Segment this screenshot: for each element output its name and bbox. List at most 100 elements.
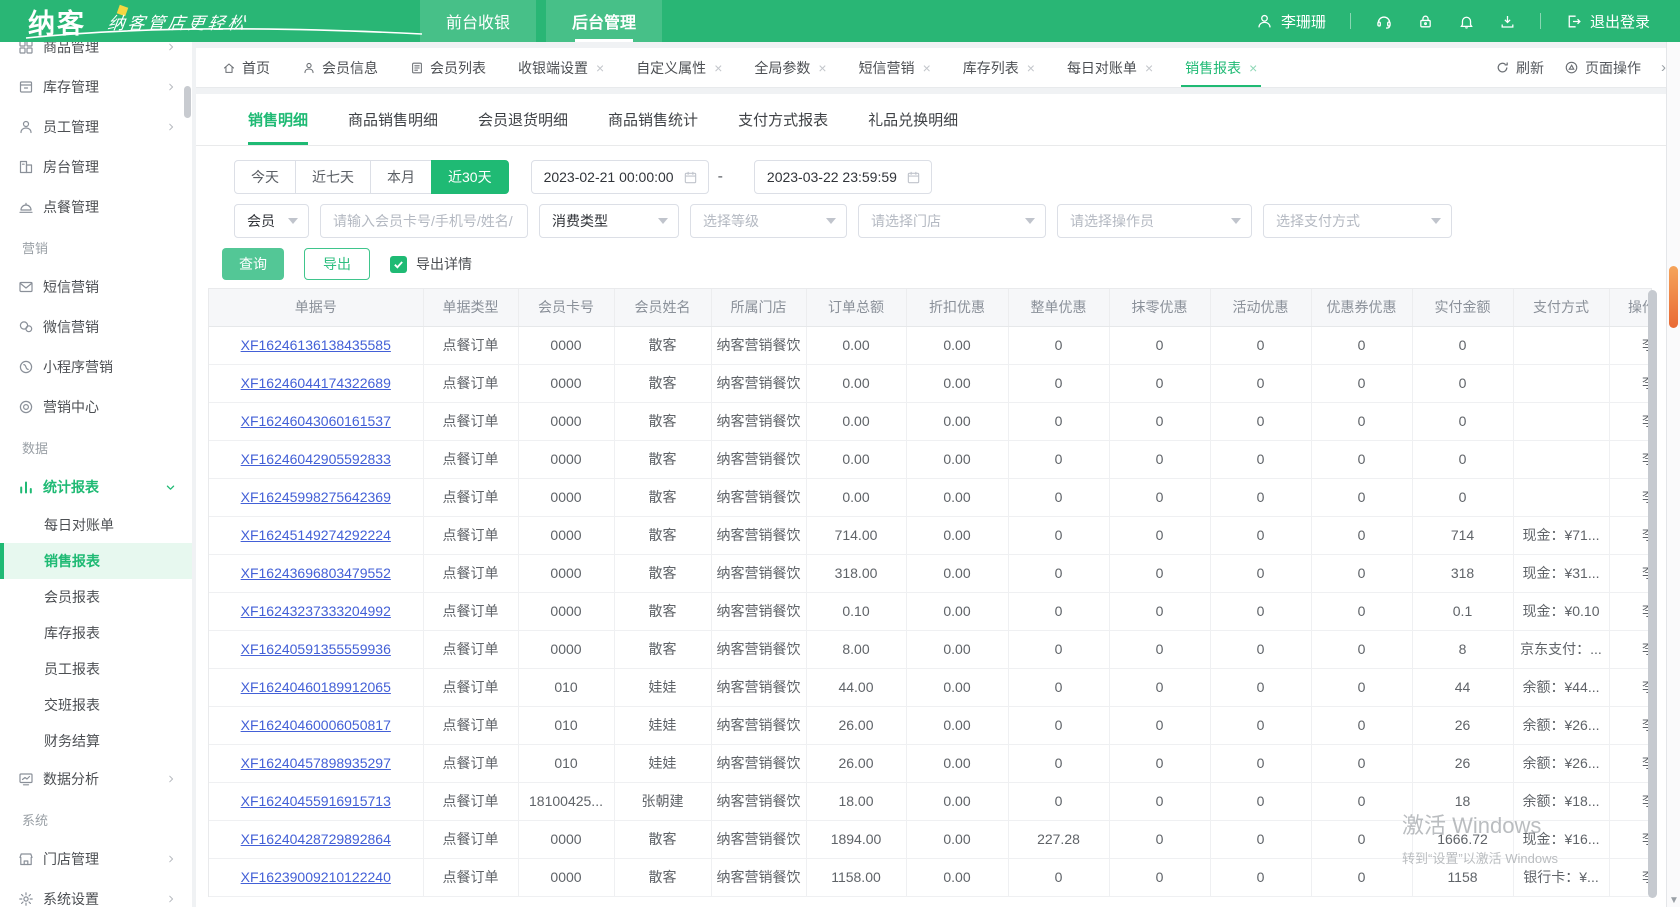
table-cell: 0 bbox=[1311, 820, 1412, 858]
order-number-link[interactable]: XF16246136138435585 bbox=[241, 337, 391, 353]
quick-range-last7days[interactable]: 近七天 bbox=[295, 160, 371, 194]
sidebar-item-settings[interactable]: 系统设置 bbox=[0, 879, 192, 907]
quick-range-today[interactable]: 今天 bbox=[234, 160, 296, 194]
order-number-link[interactable]: XF16240457898935297 bbox=[241, 755, 391, 771]
sidebar-item-rooms[interactable]: 房台管理 bbox=[0, 147, 192, 187]
order-number-link[interactable]: XF16246044174322689 bbox=[241, 375, 391, 391]
close-icon[interactable]: × bbox=[1249, 60, 1257, 76]
sidebar-item-marketing-center[interactable]: 营销中心 bbox=[0, 387, 192, 427]
sidebar-scrollbar-thumb[interactable] bbox=[184, 86, 191, 118]
table-scrollbar-thumb[interactable] bbox=[1648, 290, 1657, 898]
member-type-value: 会员 bbox=[247, 211, 275, 231]
order-number-link[interactable]: XF16246042905592833 bbox=[241, 451, 391, 467]
subtab-gift-exchange-detail[interactable]: 礼品兑换明细 bbox=[868, 94, 958, 145]
inventory-icon bbox=[18, 79, 34, 95]
order-number-link[interactable]: XF16240428729892864 bbox=[241, 831, 391, 847]
lock-icon[interactable] bbox=[1417, 13, 1434, 30]
order-number-link[interactable]: XF16240460006050817 bbox=[241, 717, 391, 733]
export-detail-checkbox-group[interactable]: 导出详情 bbox=[390, 254, 472, 274]
order-number-link[interactable]: XF16240460189912065 bbox=[241, 679, 391, 695]
quick-range-last30days[interactable]: 近30天 bbox=[431, 160, 509, 194]
table-cell: 0000 bbox=[518, 402, 614, 440]
close-icon[interactable]: × bbox=[818, 60, 826, 76]
store-select[interactable]: 请选择门店 bbox=[858, 204, 1046, 238]
order-number-link[interactable]: XF16245149274292224 bbox=[241, 527, 391, 543]
sidebar-subitem-finance[interactable]: 财务结算 bbox=[0, 723, 192, 759]
sidebar-item-dining[interactable]: 点餐管理 bbox=[0, 187, 192, 227]
sidebar-item-inventory[interactable]: 库存管理 bbox=[0, 67, 192, 107]
close-icon[interactable]: × bbox=[923, 60, 931, 76]
checkbox-checked-icon[interactable] bbox=[390, 256, 407, 273]
date-to-input[interactable]: 2023-03-22 23:59:59 bbox=[754, 160, 932, 194]
subtab-goods-sales-detail[interactable]: 商品销售明细 bbox=[348, 94, 438, 145]
tab-global-params[interactable]: 全局参数× bbox=[738, 48, 842, 87]
export-button[interactable]: 导出 bbox=[304, 248, 370, 280]
tab-home[interactable]: 首页 bbox=[206, 48, 286, 87]
tab-inventory-list[interactable]: 库存列表× bbox=[947, 48, 1051, 87]
table-cell: 李 bbox=[1609, 402, 1652, 440]
order-number-link[interactable]: XF16246043060161537 bbox=[241, 413, 391, 429]
table-cell: 李 bbox=[1609, 820, 1652, 858]
sidebar-subitem-daily-bill[interactable]: 每日对账单 bbox=[0, 507, 192, 543]
current-user[interactable]: 李珊珊 bbox=[1256, 11, 1326, 32]
sidebar-item-wechat[interactable]: 微信营销 bbox=[0, 307, 192, 347]
operator-select[interactable]: 请选择操作员 bbox=[1057, 204, 1252, 238]
order-number-link[interactable]: XF16239009210122240 bbox=[241, 869, 391, 885]
sidebar-item-goods[interactable]: 商品管理 bbox=[0, 42, 192, 67]
subtab-member-refund-detail[interactable]: 会员退货明细 bbox=[478, 94, 568, 145]
close-icon[interactable]: × bbox=[596, 60, 604, 76]
headset-icon[interactable] bbox=[1375, 12, 1393, 30]
date-from-input[interactable]: 2023-02-21 00:00:00 bbox=[531, 160, 709, 194]
tab-member-info[interactable]: 会员信息 bbox=[286, 48, 394, 87]
sidebar-item-analysis[interactable]: 数据分析 bbox=[0, 759, 192, 799]
tab-daily-bill[interactable]: 每日对账单× bbox=[1051, 48, 1169, 87]
table-cell: 0 bbox=[1109, 744, 1210, 782]
member-search-input[interactable] bbox=[320, 204, 528, 238]
page-scrollbar[interactable]: ▼ bbox=[1666, 42, 1680, 907]
sidebar-subitem-inventory-report[interactable]: 库存报表 bbox=[0, 615, 192, 651]
sidebar-subitem-staff-report[interactable]: 员工报表 bbox=[0, 651, 192, 687]
page-scrollbar-thumb[interactable] bbox=[1669, 266, 1678, 328]
sidebar-item-stores[interactable]: 门店管理 bbox=[0, 839, 192, 879]
tab-sms-marketing[interactable]: 短信营销× bbox=[843, 48, 947, 87]
close-icon[interactable]: × bbox=[1027, 60, 1035, 76]
page-ops-button[interactable]: 页面操作 bbox=[1564, 58, 1641, 78]
tab-member-list[interactable]: 会员列表 bbox=[394, 48, 502, 87]
tab-cashier-settings[interactable]: 收银端设置× bbox=[502, 48, 620, 87]
logout-button[interactable]: 退出登录 bbox=[1565, 11, 1650, 32]
close-icon[interactable]: × bbox=[1145, 60, 1153, 76]
order-number-link[interactable]: XF16245998275642369 bbox=[241, 489, 391, 505]
sidebar-subitem-member-report[interactable]: 会员报表 bbox=[0, 579, 192, 615]
sidebar-item-sms[interactable]: 短信营销 bbox=[0, 267, 192, 307]
subtab-goods-sales-stats[interactable]: 商品销售统计 bbox=[608, 94, 698, 145]
level-select[interactable]: 选择等级 bbox=[690, 204, 847, 238]
header-tab-frontdesk[interactable]: 前台收银 bbox=[420, 0, 536, 42]
bell-icon[interactable] bbox=[1458, 13, 1475, 30]
table-cell: XF16243696803479552 bbox=[209, 554, 423, 592]
scroll-down-arrow-icon[interactable]: ▼ bbox=[1669, 896, 1679, 906]
sidebar-subitem-sales-report[interactable]: 销售报表 bbox=[0, 543, 192, 579]
sidebar-item-reports[interactable]: 统计报表 bbox=[0, 467, 192, 507]
sidebar-subitem-shift-report[interactable]: 交班报表 bbox=[0, 687, 192, 723]
consume-type-select[interactable]: 消费类型 bbox=[539, 204, 679, 238]
order-number-link[interactable]: XF16240591355559936 bbox=[241, 641, 391, 657]
tab-custom-attrs[interactable]: 自定义属性× bbox=[620, 48, 738, 87]
tab-sales-report[interactable]: 销售报表× bbox=[1169, 48, 1273, 87]
close-icon[interactable]: × bbox=[714, 60, 722, 76]
sidebar-item-staff[interactable]: 员工管理 bbox=[0, 107, 192, 147]
subtab-sales-detail[interactable]: 销售明细 bbox=[248, 94, 308, 145]
query-button[interactable]: 查询 bbox=[222, 248, 284, 280]
sidebar-item-miniprogram[interactable]: 小程序营销 bbox=[0, 347, 192, 387]
order-number-link[interactable]: XF16243237333204992 bbox=[241, 603, 391, 619]
quick-range-this-month[interactable]: 本月 bbox=[370, 160, 432, 194]
download-icon[interactable] bbox=[1499, 13, 1516, 30]
table-row: XF16246044174322689点餐订单0000散客纳客营销餐饮0.000… bbox=[209, 364, 1652, 402]
order-number-link[interactable]: XF16240455916915713 bbox=[241, 793, 391, 809]
subtab-payment-report[interactable]: 支付方式报表 bbox=[738, 94, 828, 145]
payment-select[interactable]: 选择支付方式 bbox=[1263, 204, 1452, 238]
table-cell: 纳客营销餐饮 bbox=[711, 820, 806, 858]
refresh-button[interactable]: 刷新 bbox=[1495, 58, 1544, 78]
header-tab-backstage[interactable]: 后台管理 bbox=[546, 0, 662, 42]
member-type-select[interactable]: 会员 bbox=[234, 204, 309, 238]
order-number-link[interactable]: XF16243696803479552 bbox=[241, 565, 391, 581]
